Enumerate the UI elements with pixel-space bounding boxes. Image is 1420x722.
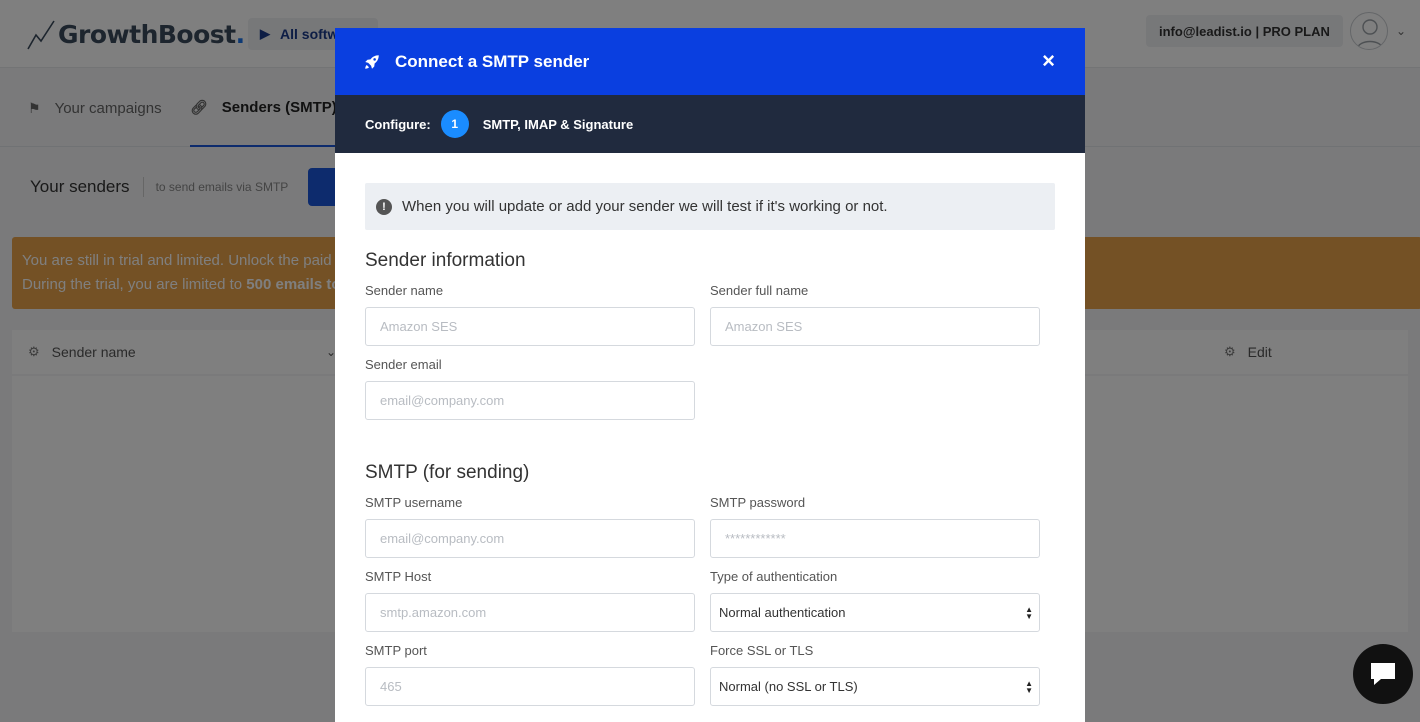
sender-full-name-input[interactable]: Amazon SES <box>710 307 1040 346</box>
chat-button[interactable] <box>1353 644 1413 704</box>
notice-text: When you will update or add your sender … <box>402 198 888 215</box>
step-number-badge[interactable]: 1 <box>440 110 469 138</box>
smtp-password-input[interactable]: ************ <box>710 519 1040 558</box>
smtp-username-input[interactable]: email@company.com <box>365 519 695 558</box>
chat-icon <box>1371 663 1395 685</box>
step-name[interactable]: SMTP, IMAP & Signature <box>483 117 634 132</box>
steps-bar: Configure: 1 SMTP, IMAP & Signature <box>335 95 1085 153</box>
modal-header: Connect a SMTP sender × <box>335 28 1085 95</box>
smtp-password-field: SMTP password ************ <box>710 484 1040 558</box>
sender-name-label: Sender name <box>365 283 444 298</box>
modal-body: ! When you will update or add your sende… <box>335 153 1085 706</box>
smtp-section-title: SMTP (for sending) <box>365 462 530 483</box>
smtp-row-3: SMTP port 465 Force SSL or TLS Normal (n… <box>365 632 1055 706</box>
smtp-port-input[interactable]: 465 <box>365 667 695 706</box>
sender-full-name-label: Sender full name <box>710 283 809 298</box>
close-icon[interactable]: × <box>1042 50 1055 72</box>
smtp-username-field: SMTP username email@company.com <box>365 484 695 558</box>
smtp-port-label: SMTP port <box>365 643 427 658</box>
sender-email-label: Sender email <box>365 357 442 372</box>
sender-full-name-field: Sender full name Amazon SES <box>710 272 1040 346</box>
sender-name-input[interactable]: Amazon SES <box>365 307 695 346</box>
select-arrows-icon: ▲ ▼ <box>1025 678 1033 695</box>
auth-type-label: Type of authentication <box>710 569 838 584</box>
exclamation-icon: ! <box>376 198 392 215</box>
info-notice: ! When you will update or add your sende… <box>365 183 1055 230</box>
auth-type-field: Type of authentication Normal authentica… <box>710 558 1040 632</box>
smtp-host-field: SMTP Host smtp.amazon.com <box>365 558 695 632</box>
smtp-host-input[interactable]: smtp.amazon.com <box>365 593 695 632</box>
smtp-sender-modal: Connect a SMTP sender × Configure: 1 SMT… <box>335 28 1085 722</box>
ssl-tls-field: Force SSL or TLS Normal (no SSL or TLS) … <box>710 632 1040 706</box>
sender-email-field: Sender email email@company.com <box>365 346 695 420</box>
auth-type-select[interactable]: Normal authentication ▲ ▼ <box>710 593 1040 632</box>
sender-name-field: Sender name Amazon SES <box>365 272 695 346</box>
sender-email-input[interactable]: email@company.com <box>365 381 695 420</box>
steps-label: Configure: <box>365 116 431 132</box>
select-arrows-icon: ▲ ▼ <box>1025 604 1033 621</box>
smtp-row-1: SMTP username email@company.com SMTP pas… <box>365 484 1055 558</box>
sender-row-1: Sender name Amazon SES Sender full name … <box>365 272 1055 346</box>
ssl-tls-value: Normal (no SSL or TLS) <box>719 679 858 694</box>
sender-section-title: Sender information <box>365 250 526 271</box>
sender-row-2: Sender email email@company.com <box>365 346 1055 420</box>
smtp-username-label: SMTP username <box>365 495 463 510</box>
smtp-host-label: SMTP Host <box>365 569 432 584</box>
smtp-port-field: SMTP port 465 <box>365 632 695 706</box>
rocket-icon <box>365 54 379 69</box>
smtp-password-label: SMTP password <box>710 495 806 510</box>
smtp-row-2: SMTP Host smtp.amazon.com Type of authen… <box>365 558 1055 632</box>
ssl-tls-select[interactable]: Normal (no SSL or TLS) ▲ ▼ <box>710 667 1040 706</box>
modal-title: Connect a SMTP sender <box>395 51 590 71</box>
ssl-tls-label: Force SSL or TLS <box>710 643 814 658</box>
auth-type-value: Normal authentication <box>719 605 846 620</box>
